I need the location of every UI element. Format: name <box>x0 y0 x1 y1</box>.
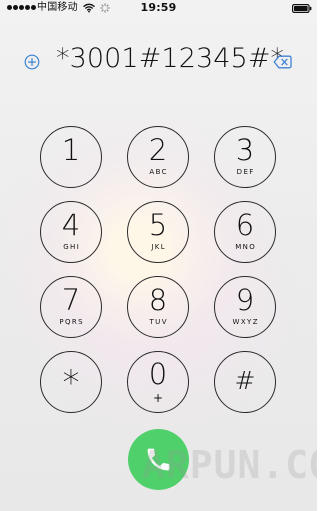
key-number: 0 <box>148 357 168 391</box>
key-letters: GHI <box>63 243 81 251</box>
key-symbol: * <box>62 363 80 403</box>
key-letters: JKL <box>151 243 167 251</box>
key-symbol: # <box>234 366 256 395</box>
key-letters: PQRS <box>59 318 85 326</box>
key-number: 9 <box>235 283 255 317</box>
key-letters: DEF <box>236 168 255 176</box>
keypad-key-9[interactable]: 9 WXYZ <box>214 276 276 338</box>
keypad-key-star[interactable]: * <box>40 351 102 413</box>
keypad-key-1[interactable]: 1 <box>40 126 102 188</box>
key-number: 3 <box>235 133 255 167</box>
keypad-key-3[interactable]: 3 DEF <box>214 126 276 188</box>
add-contact-icon[interactable] <box>24 54 40 70</box>
key-number: 2 <box>148 133 168 167</box>
key-letters: WXYZ <box>232 318 259 326</box>
keypad-key-5[interactable]: 5 JKL <box>127 201 189 263</box>
keypad-key-0[interactable]: 0 + <box>127 351 189 413</box>
key-number: 1 <box>61 133 81 167</box>
status-time: 19:59 <box>140 1 177 14</box>
keypad-key-hash[interactable]: # <box>214 351 276 413</box>
keypad-key-2[interactable]: 2 ABC <box>127 126 189 188</box>
key-letters: TUV <box>149 318 168 326</box>
keypad-key-6[interactable]: 6 MNO <box>214 201 276 263</box>
key-number: 5 <box>148 208 168 242</box>
key-number: 8 <box>148 283 168 317</box>
dialed-number-display: *3001#12345#* <box>56 43 285 74</box>
status-bar: 中国移动 19:59 <box>0 0 317 20</box>
battery-icon <box>292 4 312 13</box>
key-number: 4 <box>61 208 81 242</box>
watermark-logo: ARPUN.COM <box>142 443 317 487</box>
keypad-key-7[interactable]: 7 PQRS <box>40 276 102 338</box>
keypad-key-4[interactable]: 4 GHI <box>40 201 102 263</box>
key-letters: + <box>152 391 164 405</box>
key-letters: MNO <box>235 243 257 251</box>
phone-dialer-screen: 中国移动 19:59 *3001#12345#* 1 2 ABC 3 DEF 4… <box>0 0 317 511</box>
delete-icon[interactable] <box>273 55 292 69</box>
key-letters: ABC <box>149 168 168 176</box>
key-number: 7 <box>61 283 81 317</box>
key-number: 6 <box>235 208 255 242</box>
keypad-key-8[interactable]: 8 TUV <box>127 276 189 338</box>
